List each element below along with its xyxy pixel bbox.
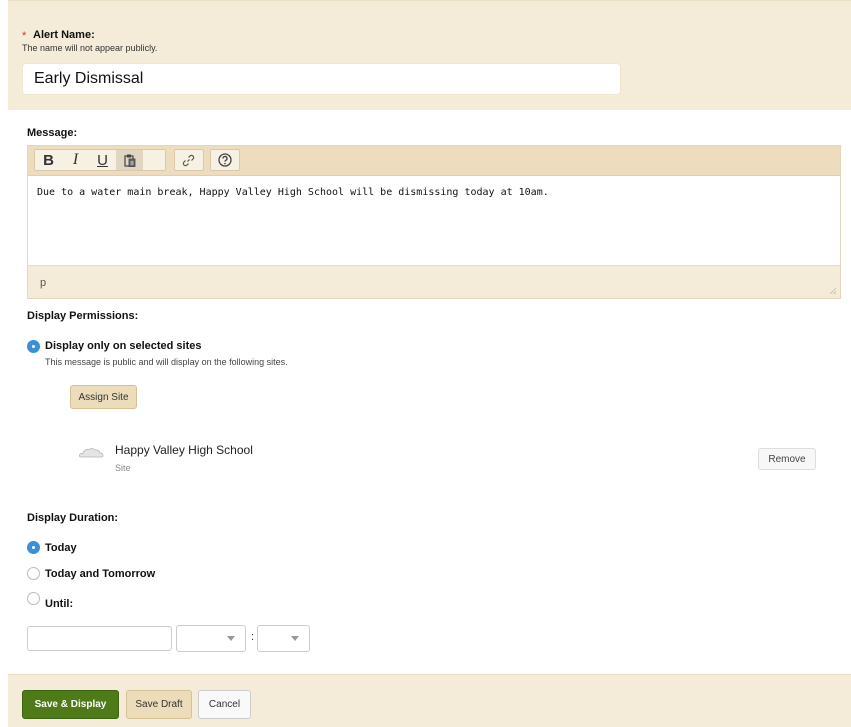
radio-today[interactable] [27, 541, 40, 554]
help-circle-icon [217, 153, 232, 167]
radio-selected-sites[interactable] [27, 340, 40, 353]
clipboard-paste-icon [123, 154, 135, 167]
italic-button[interactable]: I [62, 150, 89, 170]
help-button-group [210, 149, 240, 171]
message-editor: B I U Due to a water main break, Happy V… [27, 145, 841, 299]
alert-form: * Alert Name: The name will not appear p… [8, 0, 851, 727]
alert-name-label: Alert Name: [33, 29, 95, 41]
radio-until[interactable] [27, 592, 40, 605]
site-type: Site [115, 463, 131, 473]
today-and-tomorrow-label[interactable]: Today and Tomorrow [45, 568, 155, 580]
hour-select[interactable] [176, 625, 246, 652]
display-permissions-label: Display Permissions: [27, 310, 139, 322]
radio-today-and-tomorrow[interactable] [27, 567, 40, 580]
link-button-group [174, 149, 204, 171]
alert-name-section: * Alert Name: The name will not appear p… [8, 0, 851, 110]
required-marker: * [22, 30, 27, 42]
minute-select[interactable] [257, 625, 310, 652]
editor-statusbar: p [28, 265, 840, 298]
message-body[interactable]: Due to a water main break, Happy Valley … [28, 177, 840, 266]
until-date-input[interactable] [27, 626, 172, 651]
selected-sites-help: This message is public and will display … [45, 357, 288, 367]
link-icon [182, 154, 195, 166]
today-label[interactable]: Today [45, 542, 77, 554]
element-path[interactable]: p [40, 277, 46, 289]
time-separator: : [251, 631, 255, 643]
format-button-group: B I U [34, 149, 166, 171]
editor-toolbar: B I U [28, 146, 840, 176]
paste-button[interactable] [116, 150, 143, 170]
cloud-icon [79, 447, 104, 458]
save-and-display-button[interactable]: Save & Display [22, 690, 119, 719]
chevron-down-icon [227, 636, 235, 641]
help-button[interactable] [211, 150, 238, 170]
chevron-down-icon [291, 636, 299, 641]
alert-name-input[interactable] [22, 63, 621, 95]
cancel-button[interactable]: Cancel [198, 690, 251, 719]
underline-button[interactable]: U [89, 150, 116, 170]
link-button[interactable] [175, 150, 202, 170]
remove-site-button[interactable]: Remove [758, 448, 816, 470]
selected-sites-label[interactable]: Display only on selected sites [45, 340, 202, 352]
save-draft-button[interactable]: Save Draft [126, 690, 192, 719]
message-label: Message: [27, 127, 78, 139]
assign-site-button[interactable]: Assign Site [70, 385, 137, 409]
until-label[interactable]: Until: [45, 598, 73, 610]
resize-handle-icon[interactable] [829, 287, 837, 295]
site-name: Happy Valley High School [115, 443, 253, 457]
alert-name-help: The name will not appear publicly. [22, 43, 158, 53]
display-duration-label: Display Duration: [27, 512, 119, 524]
bold-button[interactable]: B [35, 150, 62, 170]
